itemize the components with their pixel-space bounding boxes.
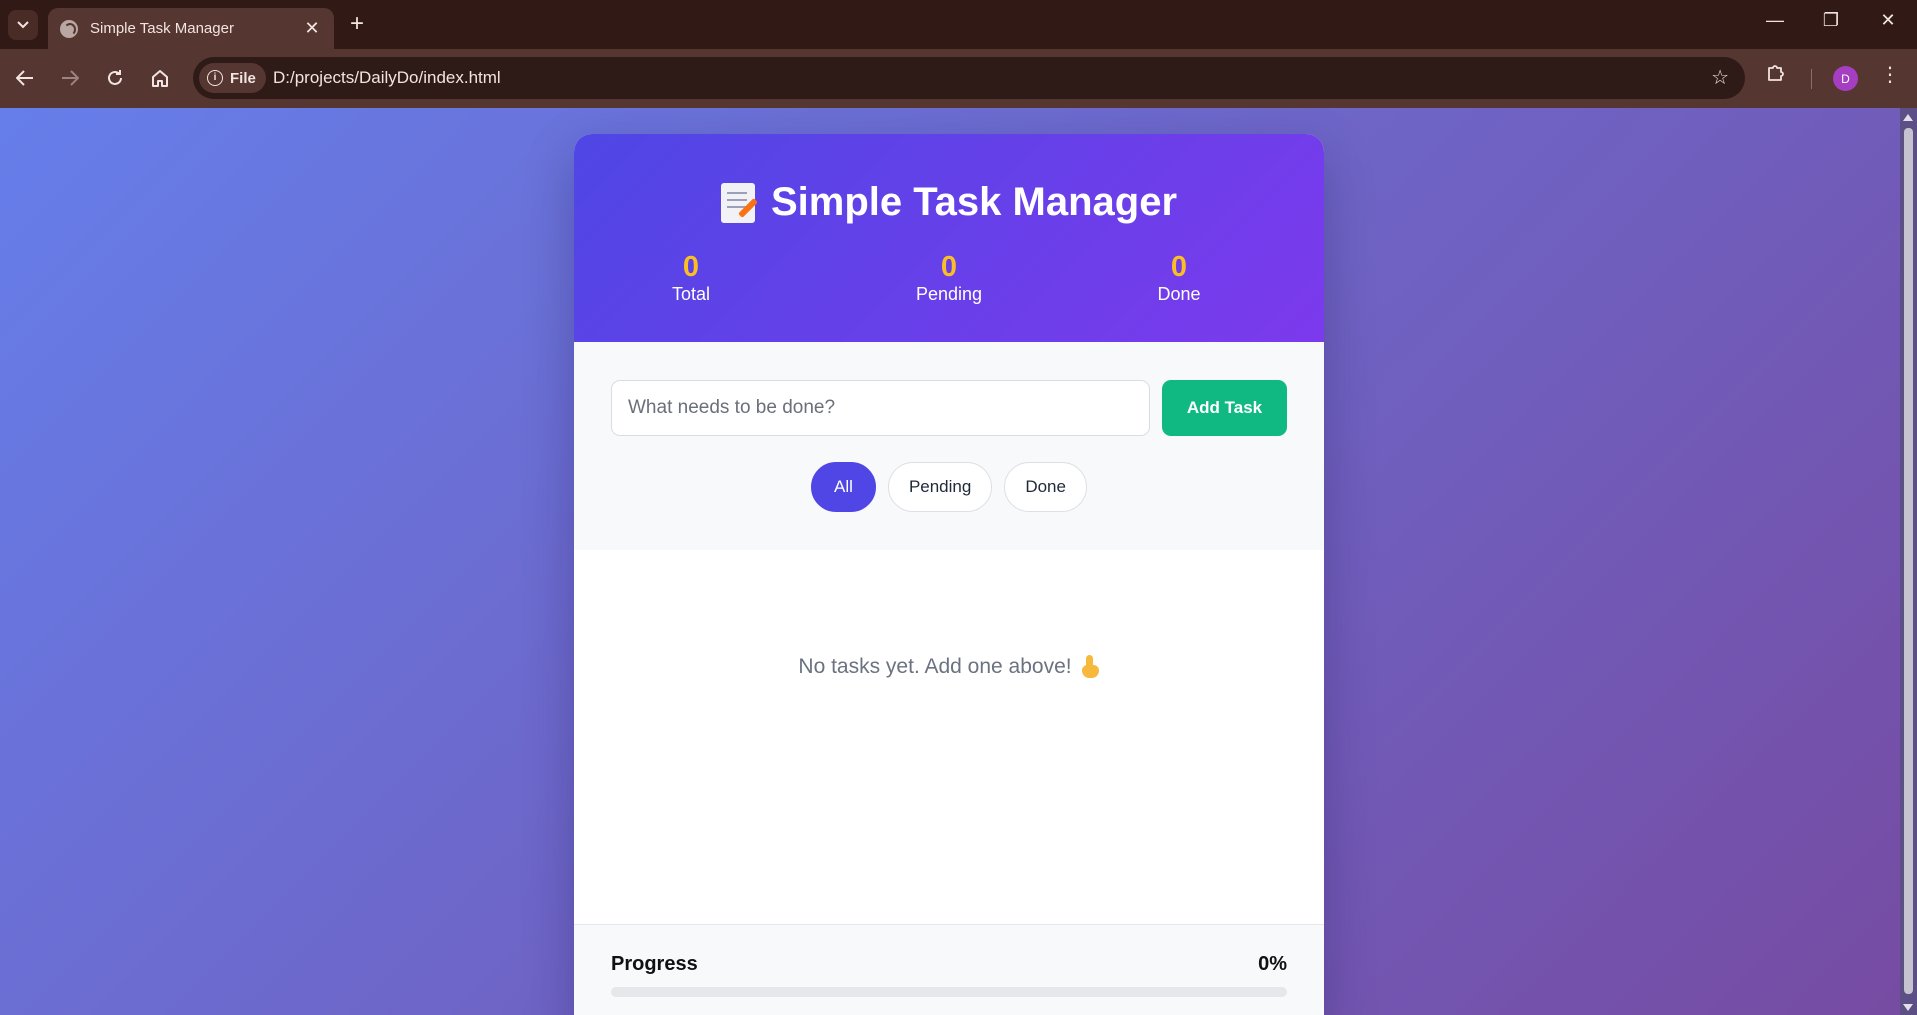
arrow-right-icon (62, 70, 79, 86)
stat-pending: 0 Pending (889, 250, 1009, 305)
chevron-down-icon (17, 21, 29, 29)
task-list: No tasks yet. Add one above! (574, 550, 1324, 925)
new-tab-button[interactable]: + (350, 11, 364, 37)
stat-pending-value: 0 (940, 251, 958, 283)
input-section: Add Task All Pending Done (574, 342, 1324, 550)
home-icon (152, 70, 168, 87)
page-scrollbar[interactable] (1900, 108, 1917, 1015)
stat-total-value: 0 (682, 251, 700, 283)
address-bar[interactable]: i File D:/projects/DailyDo/index.html ☆ (193, 57, 1745, 99)
forward-button[interactable] (54, 62, 86, 94)
filter-done-button[interactable]: Done (1004, 462, 1087, 512)
extensions-puzzle-icon[interactable] (1766, 62, 1786, 88)
pointing-up-icon (1080, 655, 1100, 679)
stat-total: 0 Total (631, 250, 751, 305)
add-task-button[interactable]: Add Task (1162, 380, 1287, 436)
empty-state-text: No tasks yet. Add one above! (798, 655, 1072, 678)
window-close-button[interactable]: ✕ (1873, 10, 1903, 31)
progress-bar (611, 987, 1287, 997)
task-manager-card: Simple Task Manager 0 Total 0 Pending 0 … (574, 134, 1324, 1015)
tab-title: Simple Task Manager (90, 20, 234, 37)
progress-percent: 0% (1258, 953, 1287, 975)
memo-icon (720, 182, 755, 223)
bookmark-star-icon[interactable]: ☆ (1711, 65, 1729, 90)
task-input[interactable] (611, 380, 1150, 436)
scrollbar-thumb[interactable] (1904, 128, 1913, 994)
browser-tab[interactable]: Simple Task Manager ✕ (48, 8, 334, 49)
empty-state: No tasks yet. Add one above! (574, 655, 1324, 679)
stat-done: 0 Done (1119, 250, 1239, 305)
browser-tab-bar: Simple Task Manager ✕ + — ❐ ✕ (0, 0, 1917, 49)
reload-button[interactable] (99, 62, 131, 94)
stat-done-value: 0 (1170, 251, 1188, 283)
site-info-label: File (230, 69, 256, 87)
close-icon[interactable]: ✕ (302, 18, 322, 39)
filter-pending-button[interactable]: Pending (887, 462, 993, 512)
filter-group: All Pending Done (574, 462, 1324, 512)
site-info-chip[interactable]: i File (199, 63, 266, 93)
stat-pending-label: Pending (915, 284, 983, 304)
filter-all-button[interactable]: All (811, 462, 876, 512)
progress-section: Progress 0% (574, 925, 1324, 1015)
more-menu-icon[interactable]: ⋮ (1880, 62, 1900, 87)
progress-label: Progress (611, 953, 698, 975)
app-header: Simple Task Manager 0 Total 0 Pending 0 … (574, 134, 1324, 342)
url-text[interactable]: D:/projects/DailyDo/index.html (273, 68, 501, 88)
page-viewport: Simple Task Manager 0 Total 0 Pending 0 … (0, 108, 1917, 1015)
reload-icon (108, 70, 122, 85)
minimize-button[interactable]: — (1760, 10, 1790, 31)
toolbar-divider (1811, 69, 1812, 89)
arrow-left-icon (16, 70, 33, 86)
stat-done-label: Done (1157, 284, 1201, 304)
stat-total-label: Total (671, 284, 711, 304)
scroll-up-arrow-icon[interactable] (1903, 114, 1913, 121)
browser-toolbar: i File D:/projects/DailyDo/index.html ☆ … (0, 49, 1917, 108)
tab-search-button[interactable] (8, 10, 38, 40)
app-title: Simple Task Manager (574, 180, 1324, 225)
back-button[interactable] (9, 62, 41, 94)
restore-button[interactable]: ❐ (1816, 10, 1846, 31)
app-title-text: Simple Task Manager (770, 180, 1178, 224)
scroll-down-arrow-icon[interactable] (1903, 1004, 1913, 1011)
home-button[interactable] (144, 62, 176, 94)
profile-avatar[interactable]: D (1833, 66, 1858, 91)
globe-icon (60, 19, 78, 38)
info-icon: i (207, 70, 223, 86)
